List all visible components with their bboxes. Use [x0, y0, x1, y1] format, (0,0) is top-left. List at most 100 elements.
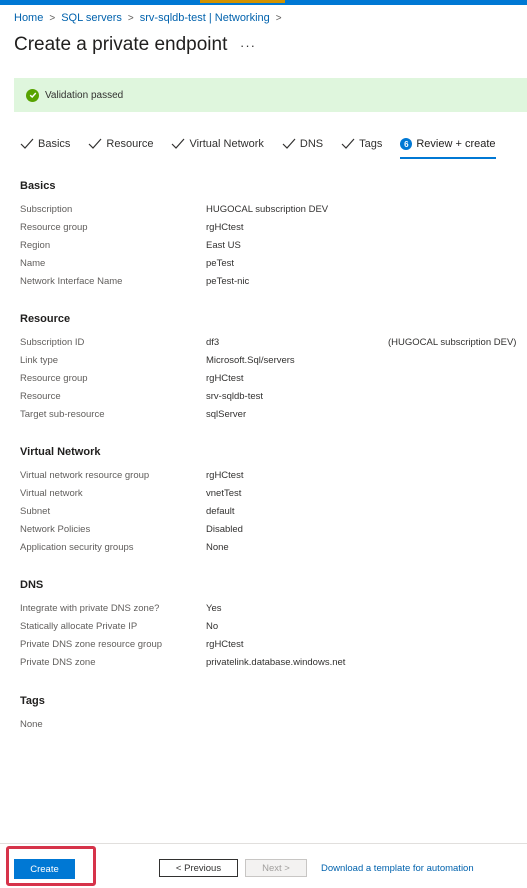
summary-row: Private DNS zone resource group rgHCtest [20, 639, 520, 653]
tab-dns[interactable]: DNS [282, 135, 323, 153]
previous-button[interactable]: < Previous [159, 859, 238, 877]
row-label: Network Interface Name [20, 276, 123, 287]
step-number-badge: 6 [400, 138, 413, 150]
summary-row: Resource srv-sqldb-test [20, 391, 520, 405]
row-value: Yes [206, 603, 222, 614]
create-button[interactable]: Create [14, 859, 75, 879]
next-button[interactable]: Next > [245, 859, 307, 877]
row-value: rgHCtest [206, 222, 244, 233]
wizard-tabs: Basics Resource Virtual Network DNS Tags… [20, 135, 514, 159]
row-label: Statically allocate Private IP [20, 621, 138, 632]
success-check-icon [26, 88, 39, 102]
row-label: Subnet [20, 506, 51, 517]
row-value: None [206, 542, 229, 553]
row-value: srv-sqldb-test [206, 391, 264, 402]
tab-virtual-network[interactable]: Virtual Network [171, 135, 264, 153]
summary-row: Statically allocate Private IP No [20, 621, 520, 635]
row-value: HUGOCAL subscription DEV [206, 204, 329, 215]
breadcrumb-home[interactable]: Home [14, 12, 43, 24]
row-label: Integrate with private DNS zone? [20, 603, 160, 614]
tab-label: DNS [299, 138, 324, 150]
row-label: Application security groups [20, 542, 134, 553]
summary-row: Integrate with private DNS zone? Yes [20, 603, 520, 617]
row-value: df3 [206, 337, 220, 348]
row-label: Private DNS zone [20, 657, 96, 668]
chevron-right-icon: > [127, 12, 134, 24]
summary-row: Subscription ID df3 (HUGOCAL subscriptio… [20, 337, 520, 351]
row-label: Private DNS zone resource group [20, 639, 163, 650]
row-label: Region [20, 240, 51, 251]
row-extra-value: (HUGOCAL subscription DEV) [388, 337, 517, 348]
breadcrumb-networking[interactable]: srv-sqldb-test | Networking [140, 12, 270, 24]
summary-row: Private DNS zone privatelink.database.wi… [20, 657, 520, 671]
checkmark-icon [88, 138, 102, 149]
row-label: Network Policies [20, 524, 91, 535]
section-title-basics: Basics [20, 180, 56, 192]
summary-row: Resource group rgHCtest [20, 222, 520, 236]
chevron-right-icon: > [275, 12, 282, 24]
section-title-tags: Tags [20, 695, 45, 707]
row-value: peTest-nic [206, 276, 250, 287]
row-label: Resource [20, 391, 61, 402]
summary-row: Name peTest [20, 258, 520, 272]
checkmark-icon [341, 138, 355, 149]
tab-label: Resource [106, 138, 154, 150]
validation-banner: Validation passed [14, 78, 527, 112]
tab-tags[interactable]: Tags [341, 135, 382, 153]
summary-row: Link type Microsoft.Sql/servers [20, 355, 520, 369]
row-label: Virtual network [20, 488, 83, 499]
row-value: East US [206, 240, 241, 251]
summary-row: Virtual network resource group rgHCtest [20, 470, 520, 484]
row-value: rgHCtest [206, 470, 244, 481]
row-value: No [206, 621, 219, 632]
summary-row: Virtual network vnetTest [20, 488, 520, 502]
summary-row: Subnet default [20, 506, 520, 520]
tab-label: Virtual Network [189, 138, 264, 150]
summary-row: Subscription HUGOCAL subscription DEV [20, 204, 520, 218]
row-value: rgHCtest [206, 373, 244, 384]
checkmark-icon [172, 138, 185, 149]
row-label: Subscription ID [20, 337, 85, 348]
summary-row: Region East US [20, 240, 520, 254]
row-label: Link type [20, 355, 59, 366]
chevron-right-icon: > [49, 12, 56, 24]
row-label: Resource group [20, 373, 88, 384]
row-value: peTest [206, 258, 234, 269]
checkmark-icon [282, 138, 296, 149]
summary-row: Resource group rgHCtest [20, 373, 520, 387]
more-options-button[interactable]: ··· [240, 38, 256, 53]
row-value: rgHCtest [206, 639, 244, 650]
summary-row: Network Policies Disabled [20, 524, 520, 538]
summary-row: Application security groups None [20, 542, 520, 556]
row-value: sqlServer [206, 409, 247, 420]
summary-row: Network Interface Name peTest-nic [20, 276, 520, 290]
download-template-link[interactable]: Download a template for automation [321, 863, 474, 874]
row-value: privatelink.database.windows.net [206, 657, 346, 668]
row-value: Disabled [206, 524, 243, 535]
row-label: Virtual network resource group [20, 470, 150, 481]
row-label: Resource group [20, 222, 88, 233]
tab-review-create[interactable]: 6 Review + create [400, 135, 496, 159]
section-title-virtual-network: Virtual Network [20, 446, 101, 458]
checkmark-icon [20, 138, 34, 149]
validation-message: Validation passed [45, 89, 124, 101]
tab-label: Review + create [416, 138, 496, 150]
tab-basics[interactable]: Basics [20, 135, 70, 153]
tags-none-text: None [20, 719, 43, 730]
row-label: Target sub-resource [20, 409, 105, 420]
tab-label: Basics [38, 138, 71, 150]
active-blade-indicator [200, 0, 285, 3]
row-value: default [206, 506, 235, 517]
section-title-dns: DNS [20, 579, 44, 591]
tab-label: Tags [359, 138, 383, 150]
row-value: vnetTest [206, 488, 242, 499]
section-title-resource: Resource [20, 313, 71, 325]
breadcrumb: Home > SQL servers > srv-sqldb-test | Ne… [14, 12, 288, 24]
tab-resource[interactable]: Resource [88, 135, 153, 153]
row-value: Microsoft.Sql/servers [206, 355, 295, 366]
summary-row: Target sub-resource sqlServer [20, 409, 520, 423]
page-title: Create a private endpoint [14, 34, 228, 55]
row-label: Subscription [20, 204, 73, 215]
breadcrumb-sql-servers[interactable]: SQL servers [61, 12, 122, 24]
row-label: Name [20, 258, 46, 269]
